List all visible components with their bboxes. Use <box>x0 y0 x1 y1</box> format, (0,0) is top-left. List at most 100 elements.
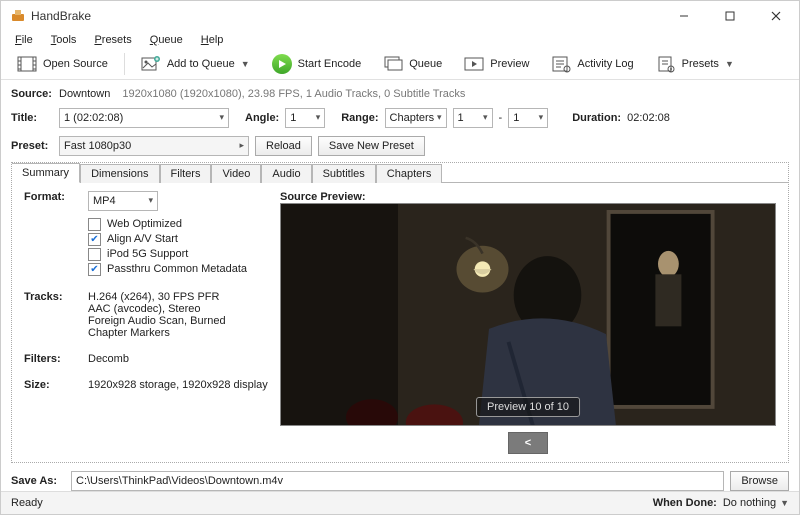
menubar: File Tools Presets Queue Help <box>1 31 799 48</box>
passthru-label: Passthru Common Metadata <box>107 263 247 275</box>
tab-chapters[interactable]: Chapters <box>376 164 443 183</box>
title-select[interactable]: 1 (02:02:08)▾ <box>59 108 229 128</box>
menu-file[interactable]: File <box>7 32 41 48</box>
preview-icon <box>464 54 484 74</box>
tab-audio[interactable]: Audio <box>261 164 311 183</box>
title-value: 1 (02:02:08) <box>64 112 123 124</box>
saveas-input[interactable]: C:\Users\ThinkPad\Videos\Downtown.m4v <box>71 471 724 491</box>
duration-value: 02:02:08 <box>627 112 670 124</box>
preview-label: Preview <box>490 58 529 70</box>
angle-label: Angle: <box>245 112 279 124</box>
when-done-select[interactable]: Do nothing ▼ <box>723 497 789 509</box>
chevron-down-icon: ▼ <box>241 59 250 69</box>
web-optimized-checkbox[interactable]: Web Optimized <box>88 217 247 232</box>
tracks-label: Tracks: <box>24 291 80 303</box>
open-source-button[interactable]: Open Source <box>9 52 116 76</box>
add-to-queue-label: Add to Queue <box>167 58 235 70</box>
tab-filters[interactable]: Filters <box>160 164 212 183</box>
preset-value: Fast 1080p30 <box>64 140 131 152</box>
summary-filters-value: Decomb <box>88 353 129 365</box>
image-plus-icon <box>141 54 161 74</box>
source-preview-label: Source Preview: <box>280 191 776 203</box>
tabs-panel: Summary Dimensions Filters Video Audio S… <box>11 162 789 463</box>
align-av-label: Align A/V Start <box>107 233 178 245</box>
app-title: HandBrake <box>31 9 91 23</box>
close-button[interactable] <box>753 1 799 31</box>
web-optimized-label: Web Optimized <box>107 218 182 230</box>
range-label: Range: <box>341 112 378 124</box>
open-source-label: Open Source <box>43 58 108 70</box>
tab-summary[interactable]: Summary <box>11 163 80 183</box>
queue-label: Queue <box>409 58 442 70</box>
film-icon <box>17 54 37 74</box>
ipod-label: iPod 5G Support <box>107 248 188 260</box>
tab-subtitles[interactable]: Subtitles <box>312 164 376 183</box>
preview-prev-button[interactable]: < <box>508 432 548 454</box>
save-new-preset-button[interactable]: Save New Preset <box>318 136 425 156</box>
range-type-select[interactable]: Chapters▾ <box>385 108 447 128</box>
title-label: Title: <box>11 112 53 124</box>
menu-help[interactable]: Help <box>193 32 232 48</box>
minimize-button[interactable] <box>661 1 707 31</box>
reload-button[interactable]: Reload <box>255 136 312 156</box>
chevron-down-icon: ▼ <box>780 498 789 508</box>
ipod-checkbox[interactable]: iPod 5G Support <box>88 247 247 262</box>
saveas-label: Save As: <box>11 475 65 487</box>
preset-label: Preset: <box>11 140 53 152</box>
menu-presets[interactable]: Presets <box>86 32 139 48</box>
preset-select[interactable]: Fast 1080p30▸ <box>59 136 249 156</box>
add-to-queue-button[interactable]: Add to Queue ▼ <box>133 52 258 76</box>
titlebar: HandBrake <box>1 1 799 31</box>
source-label: Source: <box>11 88 53 100</box>
range-to-value: 1 <box>513 112 519 124</box>
presets-label: Presets <box>682 58 719 70</box>
maximize-button[interactable] <box>707 1 753 31</box>
preview-button[interactable]: Preview <box>456 52 537 76</box>
menu-tools[interactable]: Tools <box>43 32 85 48</box>
duration-label: Duration: <box>572 112 621 124</box>
chevron-down-icon: ▼ <box>725 59 734 69</box>
format-select[interactable]: MP4▾ <box>88 191 158 211</box>
start-encode-button[interactable]: Start Encode <box>264 52 370 76</box>
start-encode-label: Start Encode <box>298 58 362 70</box>
saveas-value: C:\Users\ThinkPad\Videos\Downtown.m4v <box>76 475 283 487</box>
track-line: AAC (avcodec), Stereo <box>88 303 226 315</box>
queue-button[interactable]: Queue <box>375 52 450 76</box>
tab-dimensions[interactable]: Dimensions <box>80 164 159 183</box>
tab-video[interactable]: Video <box>211 164 261 183</box>
range-from-value: 1 <box>458 112 464 124</box>
angle-value: 1 <box>290 112 296 124</box>
tab-body-summary: Format: MP4▾ Web Optimized ✔Align A/V St… <box>12 182 788 462</box>
summary-size-value: 1920x928 storage, 1920x928 display <box>88 379 268 391</box>
status-ready: Ready <box>11 497 43 509</box>
angle-select[interactable]: 1▾ <box>285 108 325 128</box>
track-line: Chapter Markers <box>88 327 226 339</box>
source-name: Downtown <box>59 88 110 100</box>
tabstrip: Summary Dimensions Filters Video Audio S… <box>11 162 788 182</box>
track-line: H.264 (x264), 30 FPS PFR <box>88 291 226 303</box>
activity-log-icon <box>551 54 571 74</box>
presets-button[interactable]: Presets ▼ <box>648 52 742 76</box>
activity-log-button[interactable]: Activity Log <box>543 52 641 76</box>
browse-button[interactable]: Browse <box>730 471 789 491</box>
align-av-checkbox[interactable]: ✔Align A/V Start <box>88 232 247 247</box>
play-icon <box>272 54 292 74</box>
track-line: Foreign Audio Scan, Burned <box>88 315 226 327</box>
range-type-value: Chapters <box>390 112 435 124</box>
range-to-select[interactable]: 1▾ <box>508 108 548 128</box>
range-dash: - <box>499 112 503 124</box>
format-value: MP4 <box>93 195 116 207</box>
when-done-value: Do nothing <box>723 497 776 509</box>
passthru-checkbox[interactable]: ✔Passthru Common Metadata <box>88 262 247 277</box>
app-icon <box>11 9 25 23</box>
source-info: 1920x1080 (1920x1080), 23.98 FPS, 1 Audi… <box>122 88 465 100</box>
format-label: Format: <box>24 191 80 203</box>
window: HandBrake File Tools Presets Queue Help … <box>0 0 800 515</box>
range-from-select[interactable]: 1▾ <box>453 108 493 128</box>
statusbar: Ready When Done: Do nothing ▼ <box>1 491 799 514</box>
menu-queue[interactable]: Queue <box>142 32 191 48</box>
summary-filters-label: Filters: <box>24 353 80 365</box>
activity-log-label: Activity Log <box>577 58 633 70</box>
preview-badge: Preview 10 of 10 <box>476 397 580 417</box>
when-done-label: When Done: <box>653 497 717 509</box>
